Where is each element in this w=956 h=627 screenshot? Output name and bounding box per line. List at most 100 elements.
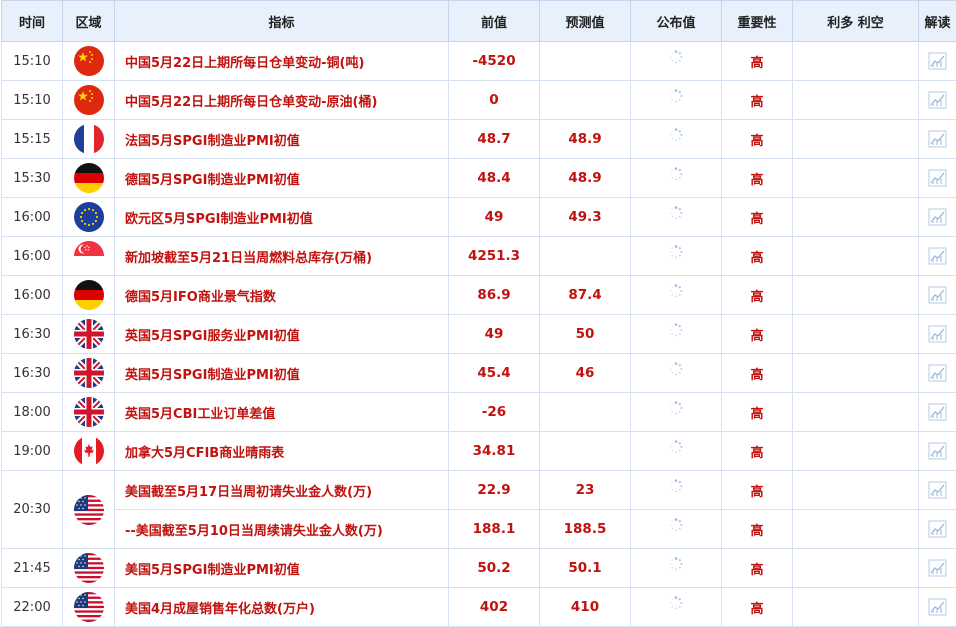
loading-spinner-icon	[669, 167, 683, 181]
previous-value: 86.9	[449, 276, 540, 315]
importance-value: 高	[722, 471, 793, 510]
interpretation-cell[interactable]	[919, 549, 956, 588]
loading-spinner-icon	[669, 50, 683, 64]
table-row: 21:45美国5月SPGI制造业PMI初值50.250.1高	[2, 549, 956, 588]
usa-flag-icon	[74, 495, 104, 525]
interpretation-cell[interactable]	[919, 42, 956, 81]
effect-cell	[793, 237, 919, 276]
interpretation-cell[interactable]	[919, 432, 956, 471]
forecast-value	[540, 237, 631, 276]
chart-analysis-icon[interactable]	[928, 247, 948, 265]
indicator-name[interactable]: 新加坡截至5月21日当周燃料总库存(万桶)	[115, 237, 449, 276]
forecast-value: 410	[540, 588, 631, 627]
header-region: 区域	[63, 1, 115, 42]
previous-value: 402	[449, 588, 540, 627]
chart-analysis-icon[interactable]	[928, 286, 948, 304]
previous-value: 49	[449, 198, 540, 237]
interpretation-cell[interactable]	[919, 159, 956, 198]
interpretation-cell[interactable]	[919, 276, 956, 315]
importance-value: 高	[722, 81, 793, 120]
indicator-name[interactable]: 美国5月SPGI制造业PMI初值	[115, 549, 449, 588]
header-previous: 前值	[449, 1, 540, 42]
indicator-name[interactable]: 英国5月CBI工业订单差值	[115, 393, 449, 432]
chart-analysis-icon[interactable]	[928, 52, 948, 70]
previous-value: 45.4	[449, 354, 540, 393]
interpretation-cell[interactable]	[919, 81, 956, 120]
loading-spinner-icon	[669, 362, 683, 376]
effect-cell	[793, 81, 919, 120]
forecast-value	[540, 432, 631, 471]
germany-flag-icon	[74, 280, 104, 310]
interpretation-cell[interactable]	[919, 393, 956, 432]
published-value	[631, 588, 722, 627]
importance-value: 高	[722, 237, 793, 276]
chart-analysis-icon[interactable]	[928, 481, 948, 499]
indicator-name[interactable]: --美国截至5月10日当周续请失业金人数(万)	[115, 510, 449, 549]
table-row: 15:30德国5月SPGI制造业PMI初值48.448.9高	[2, 159, 956, 198]
published-value	[631, 120, 722, 159]
indicator-name[interactable]: 德国5月IFO商业景气指数	[115, 276, 449, 315]
indicator-name[interactable]: 美国截至5月17日当周初请失业金人数(万)	[115, 471, 449, 510]
event-time: 16:00	[2, 276, 63, 315]
forecast-value: 48.9	[540, 120, 631, 159]
header-interpretation: 解读	[919, 1, 956, 42]
event-time: 16:30	[2, 354, 63, 393]
chart-analysis-icon[interactable]	[928, 598, 948, 616]
economic-calendar-table: 时间 区域 指标 前值 预测值 公布值 重要性 利多 利空 解读 15:10中国…	[1, 0, 956, 627]
interpretation-cell[interactable]	[919, 315, 956, 354]
previous-value: 22.9	[449, 471, 540, 510]
indicator-name[interactable]: 中国5月22日上期所每日仓单变动-原油(桶)	[115, 81, 449, 120]
indicator-name[interactable]: 欧元区5月SPGI制造业PMI初值	[115, 198, 449, 237]
chart-analysis-icon[interactable]	[928, 208, 948, 226]
chart-analysis-icon[interactable]	[928, 520, 948, 538]
interpretation-cell[interactable]	[919, 588, 956, 627]
chart-analysis-icon[interactable]	[928, 559, 948, 577]
interpretation-cell[interactable]	[919, 198, 956, 237]
event-time: 19:00	[2, 432, 63, 471]
interpretation-cell[interactable]	[919, 510, 956, 549]
event-time: 16:00	[2, 198, 63, 237]
published-value	[631, 549, 722, 588]
usa-flag-icon	[74, 553, 104, 583]
loading-spinner-icon	[669, 245, 683, 259]
effect-cell	[793, 354, 919, 393]
indicator-name[interactable]: 英国5月SPGI制造业PMI初值	[115, 354, 449, 393]
interpretation-cell[interactable]	[919, 354, 956, 393]
interpretation-cell[interactable]	[919, 471, 956, 510]
indicator-name[interactable]: 英国5月SPGI服务业PMI初值	[115, 315, 449, 354]
indicator-name[interactable]: 美国4月成屋销售年化总数(万户)	[115, 588, 449, 627]
effect-cell	[793, 315, 919, 354]
published-value	[631, 81, 722, 120]
table-row: 20:30美国截至5月17日当周初请失业金人数(万)22.923高	[2, 471, 956, 510]
indicator-name[interactable]: 中国5月22日上期所每日仓单变动-铜(吨)	[115, 42, 449, 81]
indicator-name[interactable]: 德国5月SPGI制造业PMI初值	[115, 159, 449, 198]
event-time: 15:10	[2, 81, 63, 120]
region-cell	[63, 471, 115, 549]
chart-analysis-icon[interactable]	[928, 91, 948, 109]
table-row: --美国截至5月10日当周续请失业金人数(万)188.1188.5高	[2, 510, 956, 549]
chart-analysis-icon[interactable]	[928, 442, 948, 460]
region-cell	[63, 432, 115, 471]
effect-cell	[793, 549, 919, 588]
previous-value: 188.1	[449, 510, 540, 549]
forecast-value: 87.4	[540, 276, 631, 315]
indicator-name[interactable]: 法国5月SPGI制造业PMI初值	[115, 120, 449, 159]
uk-flag-icon	[74, 397, 104, 427]
region-cell	[63, 588, 115, 627]
interpretation-cell[interactable]	[919, 120, 956, 159]
eu-flag-icon	[74, 202, 104, 232]
indicator-name[interactable]: 加拿大5月CFIB商业晴雨表	[115, 432, 449, 471]
previous-value: -4520	[449, 42, 540, 81]
chart-analysis-icon[interactable]	[928, 325, 948, 343]
importance-value: 高	[722, 42, 793, 81]
importance-value: 高	[722, 198, 793, 237]
importance-value: 高	[722, 510, 793, 549]
chart-analysis-icon[interactable]	[928, 130, 948, 148]
chart-analysis-icon[interactable]	[928, 364, 948, 382]
loading-spinner-icon	[669, 323, 683, 337]
table-row: 16:00德国5月IFO商业景气指数86.987.4高	[2, 276, 956, 315]
chart-analysis-icon[interactable]	[928, 403, 948, 421]
chart-analysis-icon[interactable]	[928, 169, 948, 187]
event-time: 15:10	[2, 42, 63, 81]
interpretation-cell[interactable]	[919, 237, 956, 276]
